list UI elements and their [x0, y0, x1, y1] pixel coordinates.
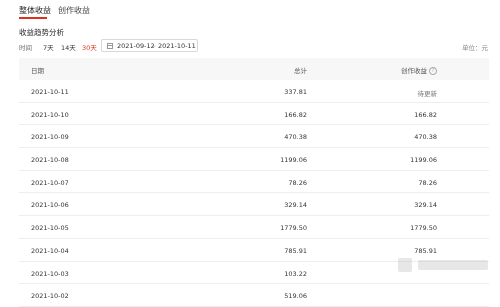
- date-start: 2021-09-12: [117, 42, 155, 50]
- range-14-days[interactable]: 14天: [61, 42, 76, 52]
- table-row: 2021-10-11 337.81 待更新: [19, 80, 489, 103]
- cell-total: 785.91: [284, 246, 307, 255]
- cell-total: 1199.06: [280, 156, 307, 165]
- cell-total: 329.14: [284, 201, 307, 210]
- cell-date: 2021-10-04: [31, 246, 69, 255]
- cell-creation-income: 1779.50: [410, 224, 437, 233]
- table-row: 2021-10-06 329.14 329.14: [19, 193, 489, 217]
- cell-date: 2021-10-11: [31, 88, 69, 96]
- header-creation-income: 创作收益?: [401, 65, 437, 75]
- cell-creation-income: 329.14: [414, 201, 437, 210]
- cell-creation-income: 470.38: [414, 133, 437, 142]
- tab-overall-income[interactable]: 整体收益: [19, 5, 51, 16]
- help-icon[interactable]: ?: [429, 67, 437, 75]
- date-separator: ~: [151, 42, 157, 50]
- section-title: 收益趋势分析: [19, 28, 64, 37]
- cell-date: 2021-10-03: [31, 269, 69, 278]
- calendar-icon: [107, 43, 113, 49]
- header-creation-income-label: 创作收益: [401, 67, 427, 75]
- unit-label: 单位：元: [462, 44, 488, 52]
- time-filter-label: 时间: [19, 44, 32, 52]
- range-30-days[interactable]: 30天: [82, 42, 97, 52]
- cell-date: 2021-10-05: [31, 224, 69, 233]
- cell-creation-income: 78.26: [418, 178, 437, 187]
- cell-creation-income: 166.82: [414, 110, 437, 119]
- cell-total: 166.82: [284, 110, 307, 119]
- table-row: 2021-10-07 78.26 78.26: [19, 171, 489, 194]
- cell-date: 2021-10-07: [31, 178, 69, 187]
- cell-date: 2021-10-09: [31, 133, 69, 142]
- cell-total: 103.22: [284, 269, 307, 278]
- active-tab-indicator: [19, 17, 47, 19]
- table-row: 2021-10-08 1199.06 1199.06: [19, 148, 489, 171]
- header-date: 日期: [31, 67, 44, 75]
- cell-total: 337.81: [284, 88, 307, 96]
- cell-date: 2021-10-08: [31, 156, 69, 165]
- date-end: 2021-10-11: [158, 42, 196, 50]
- cell-total: 1779.50: [280, 224, 307, 233]
- cell-creation-income: 待更新: [417, 90, 438, 98]
- tab-bar: 整体收益 创作收益: [0, 0, 500, 22]
- cell-date: 2021-10-10: [31, 110, 69, 119]
- cell-total: 470.38: [284, 133, 307, 142]
- header-total: 总计: [294, 67, 307, 75]
- table-row: 2021-10-02 519.06: [19, 284, 489, 307]
- filter-row: 时间 7天 14天 30天 2021-09-12 ~ 2021-10-11 单位…: [0, 38, 500, 54]
- tab-creation-income[interactable]: 创作收益: [58, 5, 90, 16]
- date-range-picker[interactable]: 2021-09-12 ~ 2021-10-11: [101, 39, 198, 52]
- table-row: 2021-10-10 166.82 166.82: [19, 103, 489, 126]
- table-row: 2021-10-09 470.38 470.38: [19, 125, 489, 149]
- table-header: 日期 总计 创作收益?: [19, 58, 489, 80]
- cell-total: 519.06: [284, 292, 307, 301]
- cell-total: 78.26: [288, 178, 307, 187]
- cell-date: 2021-10-02: [31, 292, 69, 301]
- cell-date: 2021-10-06: [31, 201, 69, 210]
- table-row: 2021-10-05 1779.50 1779.50: [19, 216, 489, 239]
- watermark: [398, 250, 493, 280]
- range-7-days[interactable]: 7天: [43, 42, 54, 52]
- cell-creation-income: 1199.06: [410, 156, 437, 165]
